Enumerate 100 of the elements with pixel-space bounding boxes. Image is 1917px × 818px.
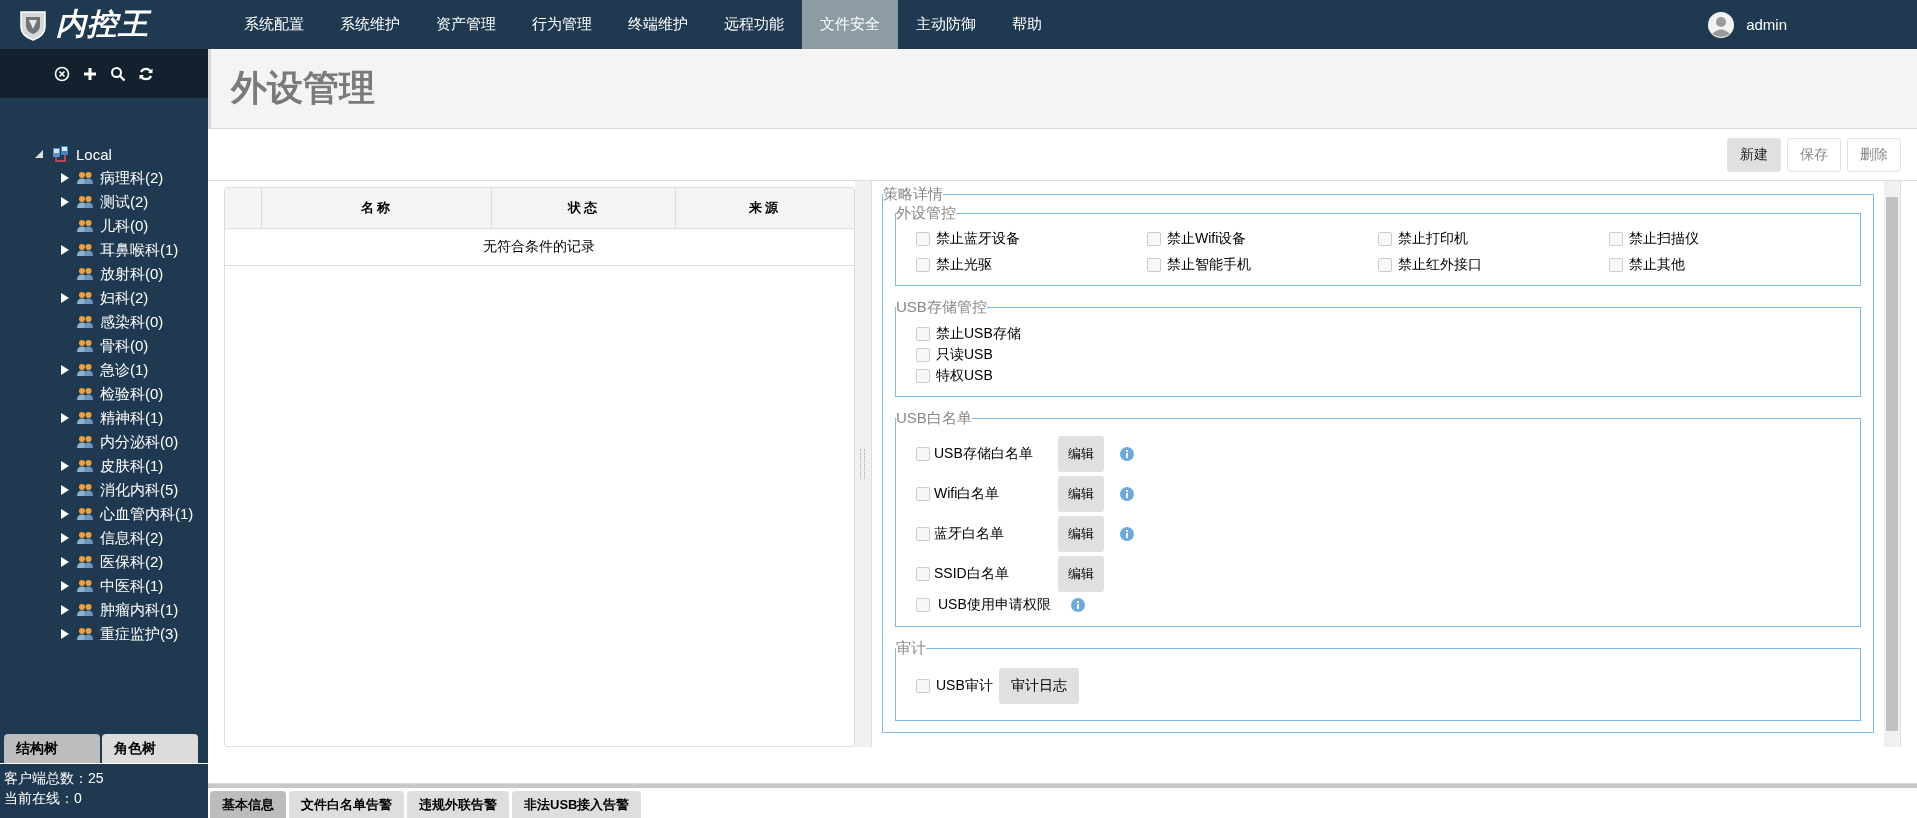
expand-arrow-icon[interactable] — [60, 532, 70, 544]
nav-menu-item[interactable]: 系统配置 — [226, 0, 322, 49]
expand-arrow-icon[interactable] — [60, 556, 70, 568]
edit-button[interactable]: 编辑 — [1058, 436, 1104, 472]
log-button[interactable]: 审计日志 — [998, 668, 1079, 704]
search-icon[interactable] — [110, 65, 126, 82]
checkbox[interactable] — [916, 368, 930, 383]
tree-node[interactable]: 皮肤科(1) — [34, 454, 208, 478]
column-header[interactable]: 状态 — [492, 188, 676, 228]
nav-menu-item[interactable]: 行为管理 — [514, 0, 610, 49]
tree-node[interactable]: 肿瘤内科(1) — [34, 598, 208, 622]
checkbox-label[interactable]: 禁止扫描仪 — [1629, 230, 1699, 248]
checkbox[interactable] — [916, 487, 930, 501]
checkbox[interactable] — [916, 232, 930, 246]
expand-arrow-icon[interactable] — [60, 604, 70, 616]
tree-node[interactable]: 耳鼻喉科(1) — [34, 238, 208, 262]
tree-node[interactable]: 妇科(2) — [34, 286, 208, 310]
checkbox[interactable] — [1147, 258, 1161, 272]
expand-arrow-icon[interactable] — [60, 580, 70, 592]
bottom-tab[interactable]: 文件白名单告警 — [289, 791, 404, 818]
checkbox-label[interactable]: SSID白名单 — [934, 565, 1054, 583]
checkbox[interactable] — [916, 567, 930, 581]
bottom-tab[interactable]: 违规外联告警 — [407, 791, 509, 818]
checkbox-label[interactable]: USB存储白名单 — [934, 445, 1054, 463]
tree-node[interactable]: Local — [34, 142, 208, 166]
nav-menu-item[interactable]: 帮助 — [994, 0, 1060, 49]
nav-menu-item[interactable]: 终端维护 — [610, 0, 706, 49]
checkbox[interactable] — [916, 258, 930, 272]
checkbox-label[interactable]: USB使用申请权限 — [938, 596, 1051, 614]
bottom-tab[interactable]: 非法USB接入告警 — [512, 791, 642, 818]
avatar-icon[interactable] — [1708, 11, 1735, 38]
add-icon[interactable] — [82, 65, 98, 82]
info-icon[interactable] — [1070, 598, 1085, 612]
checkbox[interactable] — [1609, 258, 1623, 272]
tree-node[interactable]: 感染科(0) — [34, 310, 208, 334]
column-header[interactable]: 名称 — [262, 188, 492, 228]
info-icon[interactable] — [1120, 527, 1134, 541]
checkbox[interactable] — [916, 326, 930, 341]
expand-arrow-icon[interactable] — [60, 244, 70, 256]
tree-node[interactable]: 儿科(0) — [34, 214, 208, 238]
checkbox-label[interactable]: 禁止红外接口 — [1398, 256, 1482, 274]
tree-node[interactable]: 重症监护(3) — [34, 622, 208, 646]
checkbox[interactable] — [916, 447, 930, 461]
tree-node[interactable]: 中医科(1) — [34, 574, 208, 598]
nav-menu-item[interactable]: 主动防御 — [898, 0, 994, 49]
checkbox-label[interactable]: USB审计 — [936, 677, 993, 695]
scrollbar[interactable] — [1884, 181, 1900, 747]
edit-button[interactable]: 编辑 — [1058, 516, 1104, 552]
checkbox[interactable] — [1378, 232, 1392, 246]
tree-node[interactable]: 精神科(1) — [34, 406, 208, 430]
edit-button[interactable]: 编辑 — [1058, 476, 1104, 512]
checkbox[interactable] — [916, 347, 930, 362]
collapse-arrow-icon[interactable] — [34, 149, 44, 159]
tree-tab[interactable]: 结构树 — [4, 734, 100, 763]
tree-node[interactable]: 急诊(1) — [34, 358, 208, 382]
tree-node[interactable]: 骨科(0) — [34, 334, 208, 358]
nav-menu-item[interactable]: 系统维护 — [322, 0, 418, 49]
checkbox[interactable] — [916, 598, 930, 612]
close-icon[interactable] — [54, 65, 70, 82]
expand-arrow-icon[interactable] — [60, 364, 70, 376]
expand-arrow-icon[interactable] — [60, 172, 70, 184]
nav-menu-item[interactable]: 资产管理 — [418, 0, 514, 49]
checkbox-label[interactable]: 特权USB — [936, 366, 993, 385]
info-icon[interactable] — [1120, 447, 1134, 461]
tree-node[interactable]: 测试(2) — [34, 190, 208, 214]
tree-node[interactable]: 检验科(0) — [34, 382, 208, 406]
expand-arrow-icon[interactable] — [60, 412, 70, 424]
tree-node[interactable]: 内分泌科(0) — [34, 430, 208, 454]
checkbox[interactable] — [1609, 232, 1623, 246]
expand-arrow-icon[interactable] — [60, 292, 70, 304]
checkbox-label[interactable]: Wifi白名单 — [934, 485, 1054, 503]
tree-node[interactable]: 心血管内科(1) — [34, 502, 208, 526]
expand-arrow-icon[interactable] — [60, 196, 70, 208]
tree-node[interactable]: 信息科(2) — [34, 526, 208, 550]
user-name[interactable]: admin — [1746, 16, 1787, 33]
toolbar-button[interactable]: 新建 — [1727, 137, 1781, 172]
tree-node[interactable]: 消化内科(5) — [34, 478, 208, 502]
info-icon[interactable] — [1120, 487, 1134, 501]
checkbox-label[interactable]: 禁止USB存储 — [936, 324, 1021, 343]
checkbox-label[interactable]: 蓝牙白名单 — [934, 525, 1054, 543]
refresh-icon[interactable] — [138, 65, 154, 82]
column-header[interactable]: 来源 — [676, 188, 854, 228]
checkbox[interactable] — [1378, 258, 1392, 272]
checkbox-label[interactable]: 禁止蓝牙设备 — [936, 230, 1020, 248]
checkbox[interactable] — [1147, 232, 1161, 246]
edit-button[interactable]: 编辑 — [1058, 556, 1104, 592]
checkbox[interactable] — [916, 679, 930, 693]
expand-arrow-icon[interactable] — [60, 460, 70, 472]
tree-node[interactable]: 医保科(2) — [34, 550, 208, 574]
expand-arrow-icon[interactable] — [60, 484, 70, 496]
expand-arrow-icon[interactable] — [60, 628, 70, 640]
expand-arrow-icon[interactable] — [60, 508, 70, 520]
checkbox-label[interactable]: 禁止打印机 — [1398, 230, 1468, 248]
tree-node[interactable]: 放射科(0) — [34, 262, 208, 286]
checkbox-label[interactable]: 禁止智能手机 — [1167, 256, 1251, 274]
nav-menu-item[interactable]: 远程功能 — [706, 0, 802, 49]
tree-node[interactable]: 病理科(2) — [34, 166, 208, 190]
checkbox-label[interactable]: 只读USB — [936, 345, 993, 364]
tree-tab[interactable]: 角色树 — [102, 734, 198, 763]
bottom-tab[interactable]: 基本信息 — [210, 791, 286, 818]
